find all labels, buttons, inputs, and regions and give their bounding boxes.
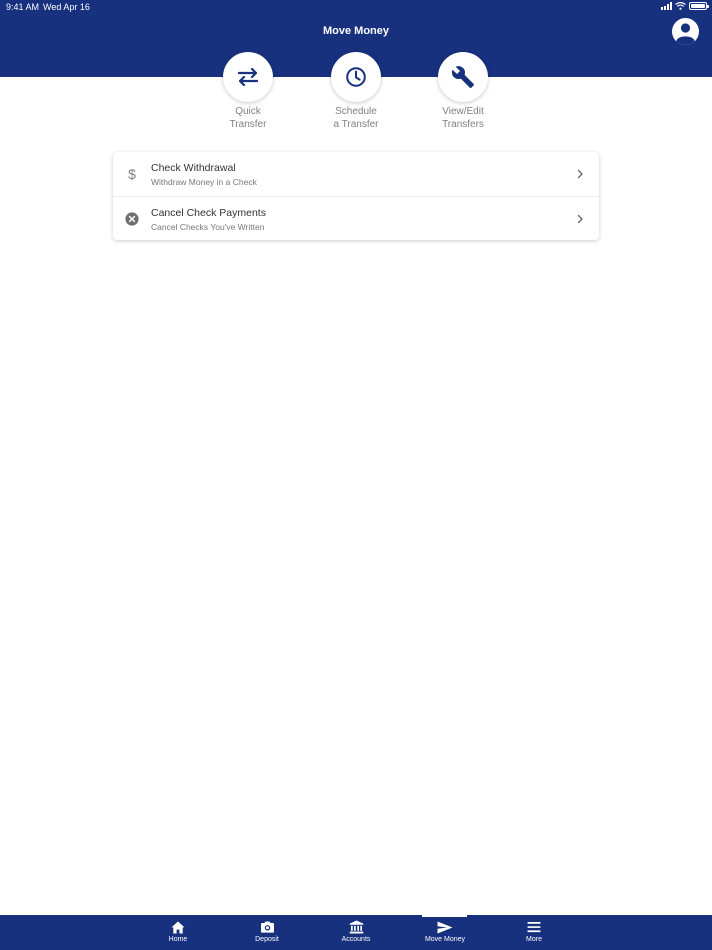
clock-icon — [346, 67, 366, 87]
move-money-options-card: $ Check Withdrawal Withdraw Money in a C… — [113, 152, 599, 240]
check-withdrawal-subtitle: Withdraw Money in a Check — [151, 177, 257, 187]
wifi-icon — [675, 2, 686, 10]
tab-deposit-label: Deposit — [255, 936, 279, 943]
bank-icon — [349, 920, 363, 934]
battery-icon — [689, 2, 709, 10]
user-circle-icon — [676, 23, 695, 45]
wrench-icon — [451, 66, 474, 88]
tab-accounts[interactable]: Accounts — [326, 920, 386, 943]
status-date: Wed Apr 16 — [43, 2, 90, 12]
schedule-transfer-label-line1: Schedule — [335, 106, 377, 117]
check-withdrawal-title: Check Withdrawal — [151, 162, 236, 174]
tab-move-money[interactable]: Move Money — [415, 920, 475, 943]
view-edit-transfers-action[interactable]: View/Edit Transfers — [418, 52, 508, 131]
cancel-circle-icon — [125, 212, 139, 226]
home-icon — [171, 921, 185, 933]
tab-home-label: Home — [168, 936, 188, 943]
status-bar: 9:41 AM Wed Apr 16 — [0, 0, 712, 16]
check-withdrawal-row[interactable]: $ Check Withdrawal Withdraw Money in a C… — [113, 152, 599, 196]
send-icon — [437, 921, 453, 933]
dollar-icon: $ — [125, 167, 139, 181]
cancel-check-payments-title: Cancel Check Payments — [151, 207, 266, 219]
quick-transfer-label: Quick Transfer — [203, 106, 293, 131]
chevron-right-icon — [577, 214, 583, 224]
view-edit-transfers-label-line1: View/Edit — [442, 106, 484, 117]
quick-transfer-label-line2: Transfer — [229, 118, 267, 130]
transfer-arrows-icon — [237, 67, 259, 87]
page-title: Move Money — [322, 25, 389, 37]
active-tab-indicator — [422, 915, 467, 917]
schedule-transfer-action[interactable]: Schedule a Transfer — [311, 52, 401, 131]
tab-more[interactable]: More — [504, 920, 564, 943]
profile-button[interactable] — [672, 18, 699, 45]
quick-transfer-circle[interactable] — [223, 52, 273, 102]
schedule-transfer-label: Schedule a Transfer — [311, 106, 401, 131]
tab-deposit[interactable]: Deposit — [237, 920, 297, 943]
tab-move-money-label: Move Money — [424, 936, 466, 943]
quick-transfer-action[interactable]: Quick Transfer — [203, 52, 293, 131]
tab-more-label: More — [526, 936, 542, 943]
tab-home[interactable]: Home — [148, 920, 208, 943]
cancel-check-payments-row[interactable]: Cancel Check Payments Cancel Checks You'… — [113, 196, 599, 240]
view-edit-transfers-label-line2: Transfers — [442, 118, 484, 130]
cellular-signal-icon — [661, 2, 672, 10]
bottom-tab-bar: Home Deposit Accounts Move Money More — [0, 915, 712, 950]
cancel-check-payments-subtitle: Cancel Checks You've Written — [151, 222, 265, 232]
view-edit-transfers-circle[interactable] — [438, 52, 488, 102]
tab-accounts-label: Accounts — [341, 936, 371, 943]
status-icons — [661, 2, 709, 10]
quick-transfer-label-line1: Quick — [235, 106, 261, 117]
camera-icon — [260, 921, 274, 933]
menu-icon — [527, 922, 541, 933]
schedule-transfer-circle[interactable] — [331, 52, 381, 102]
svg-text:$: $ — [128, 167, 136, 181]
status-time: 9:41 AM — [6, 2, 40, 12]
chevron-right-icon — [577, 169, 583, 179]
quick-actions: Quick Transfer Schedule a Transfer View/… — [0, 52, 712, 142]
view-edit-transfers-label: View/Edit Transfers — [418, 106, 508, 131]
schedule-transfer-label-line2: a Transfer — [333, 118, 379, 130]
